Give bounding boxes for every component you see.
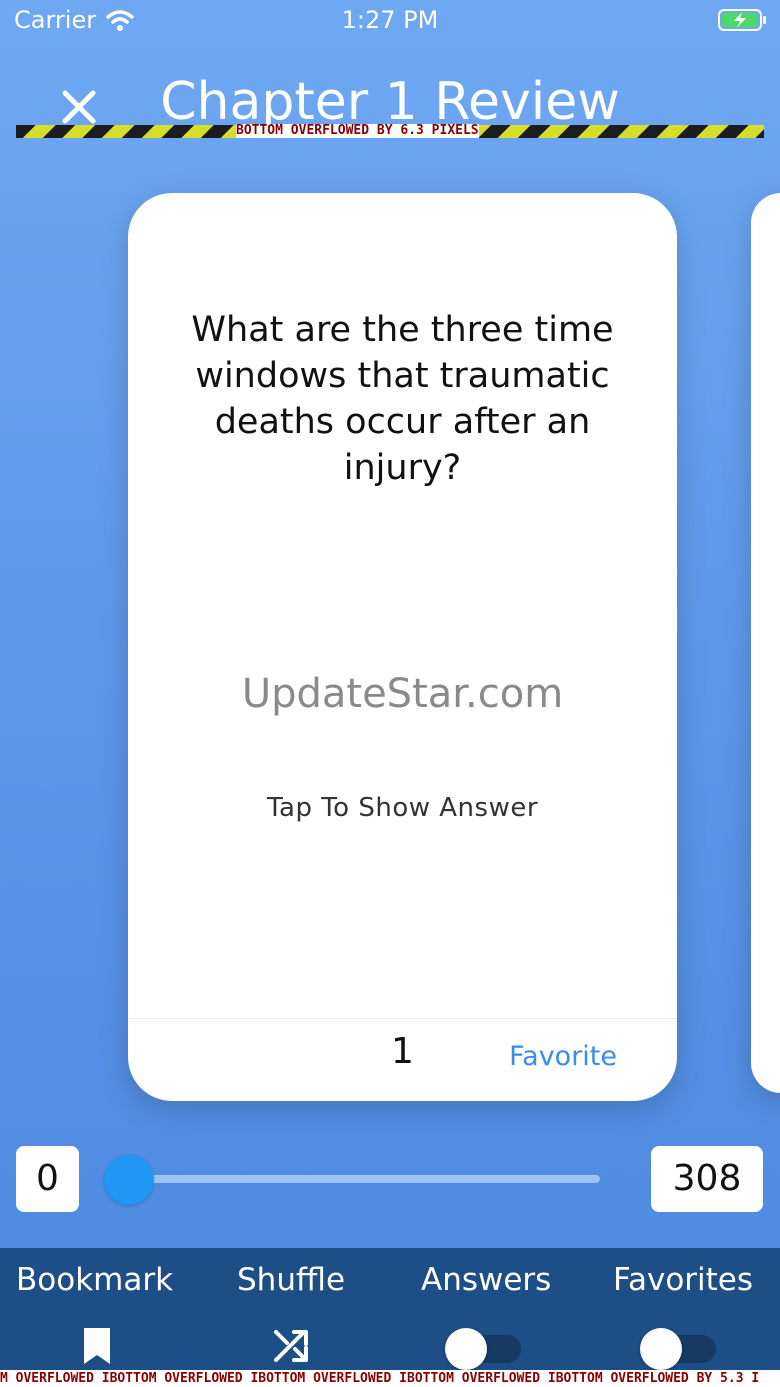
overflow-warning-label: BOTTOM OVERFLOWED BY 6.3 PIXELS xyxy=(236,123,479,138)
card-question: What are the three time windows that tra… xyxy=(191,310,614,488)
favorites-label: Favorites xyxy=(613,1262,754,1298)
bookmark-icon[interactable] xyxy=(82,1328,112,1364)
card-footer: 1 Favorite xyxy=(128,1018,677,1101)
bottom-toolbar: Bookmark Shuffle Answers Favorites xyxy=(0,1248,780,1387)
card-slider-area: 0 308 xyxy=(0,1110,780,1248)
shuffle-label: Shuffle xyxy=(237,1262,346,1298)
battery-charging-icon xyxy=(718,9,766,31)
answers-toggle[interactable] xyxy=(445,1326,525,1372)
next-flashcard-peek[interactable] xyxy=(751,193,780,1093)
slider-min-label: 0 xyxy=(16,1146,79,1212)
favorites-toggle[interactable] xyxy=(640,1326,720,1372)
flashcard[interactable]: What are the three time windows that tra… xyxy=(128,193,677,1101)
tap-to-show-answer[interactable]: Tap To Show Answer xyxy=(128,793,677,823)
slider-track[interactable] xyxy=(128,1175,600,1183)
watermark: UpdateStar.com xyxy=(241,671,564,717)
favorite-button[interactable]: Favorite xyxy=(509,1041,617,1072)
favorites-toggle-knob xyxy=(640,1328,682,1370)
answers-toggle-knob xyxy=(445,1328,487,1370)
status-time: 1:27 PM xyxy=(341,6,439,34)
slider-thumb[interactable] xyxy=(104,1155,154,1205)
overflow-warning-bottom: M OVERFLOWED IBOTTOM OVERFLOWED IBOTTOM … xyxy=(0,1370,780,1387)
answers-label: Answers xyxy=(421,1262,552,1298)
status-bar: Carrier 1:27 PM xyxy=(0,0,780,44)
bookmark-label: Bookmark xyxy=(16,1262,174,1298)
shuffle-icon[interactable] xyxy=(274,1328,310,1364)
slider-max-label: 308 xyxy=(651,1146,763,1212)
